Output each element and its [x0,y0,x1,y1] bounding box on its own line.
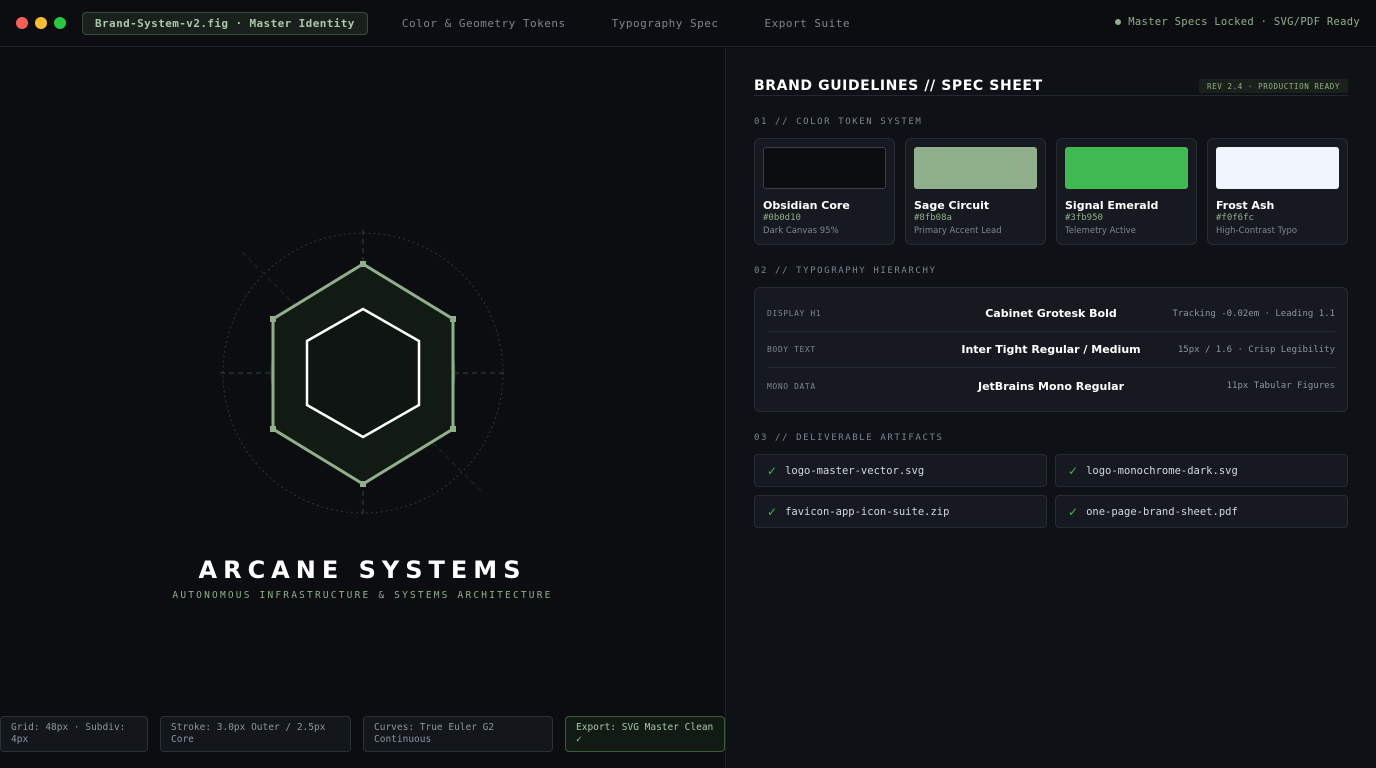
hexagon-logo-icon [220,230,506,516]
minimize-window-button[interactable] [35,17,47,29]
color-swatch-chip [914,147,1037,189]
section-label-artifacts: 03 // DELIVERABLE ARTIFACTS [754,433,944,443]
typography-row: DISPLAY H1 Cabinet Grotesk Bold Tracking… [767,296,1335,332]
typography-table: DISPLAY H1 Cabinet Grotesk Bold Tracking… [754,287,1348,412]
tab-export[interactable]: Export Suite [753,17,862,30]
typography-meta: 11px Tabular Figures [1226,381,1335,391]
color-name: Obsidian Core [763,199,850,212]
status-dot-icon [1115,19,1122,25]
artifact-item[interactable]: ✓ favicon-app-icon-suite.zip [754,495,1047,528]
color-swatch-card[interactable]: Obsidian Core #0b0d10 Dark Canvas 95% [754,138,895,245]
curves-spec-chip: Curves: True Euler G2 Continuous [363,716,553,752]
artifact-filename: logo-monochrome-dark.svg [1086,464,1238,477]
active-file-tab[interactable]: Brand-System-v2.fig · Master Identity [82,11,368,35]
window-titlebar: Brand-System-v2.fig · Master Identity Co… [0,0,1376,47]
typography-row: BODY TEXT Inter Tight Regular / Medium 1… [767,332,1335,368]
status-text: Master Specs Locked · SVG/PDF Ready [1128,16,1360,28]
color-swatch-card[interactable]: Frost Ash #f0f6fc High-Contrast Typo [1207,138,1348,245]
artifact-filename: favicon-app-icon-suite.zip [785,505,950,518]
typography-meta: 15px / 1.6 · Crisp Legibility [1177,344,1335,355]
tab-color-geometry[interactable]: Color & Geometry Tokens [390,17,578,30]
section-label-typography: 02 // TYPOGRAPHY HIERARCHY [754,266,937,276]
color-description: Telemetry Active [1065,226,1136,236]
maximize-window-button[interactable] [54,17,66,29]
color-hex: #0b0d10 [763,213,801,223]
color-name: Frost Ash [1216,199,1275,212]
brand-tagline: AUTONOMOUS INFRASTRUCTURE & SYSTEMS ARCH… [172,590,553,601]
brand-name: ARCANE SYSTEMS [198,556,527,584]
stroke-spec-chip: Stroke: 3.0px Outer / 2.5px Core [160,716,351,752]
color-description: High-Contrast Typo [1216,226,1298,236]
artifact-item[interactable]: ✓ logo-monochrome-dark.svg [1055,454,1348,487]
check-icon: ✓ [1068,504,1079,519]
tab-typography[interactable]: Typography Spec [600,17,731,30]
color-swatch-card[interactable]: Signal Emerald #3fb950 Telemetry Active [1056,138,1197,245]
color-swatch-card[interactable]: Sage Circuit #8fb08a Primary Accent Lead [905,138,1046,245]
status-badge: REV 2.4 · PRODUCTION READY [1199,79,1348,93]
typography-row: MONO DATA JetBrains Mono Regular 11px Ta… [767,368,1335,404]
check-icon: ✓ [767,504,778,519]
artifact-item[interactable]: ✓ one-page-brand-sheet.pdf [1055,495,1348,528]
color-hex: #3fb950 [1065,213,1103,223]
spec-sheet-panel: BRAND GUIDELINES // SPEC SHEET REV 2.4 ·… [726,48,1376,768]
color-swatch-chip [1216,147,1339,189]
grid-spec-chip: Grid: 48px · Subdiv: 4px [0,716,148,752]
color-description: Primary Accent Lead [914,226,1002,236]
color-hex: #f0f6fc [1216,213,1254,223]
window-controls [16,17,66,29]
artifact-filename: one-page-brand-sheet.pdf [1086,505,1238,518]
check-icon: ✓ [767,463,778,478]
status-indicator: Master Specs Locked · SVG/PDF Ready [1115,16,1360,28]
export-spec-chip: Export: SVG Master Clean ✓ [565,716,725,752]
color-swatch-chip [763,147,886,189]
title-divider [754,95,1348,96]
color-description: Dark Canvas 95% [763,226,839,236]
close-window-button[interactable] [16,17,28,29]
page-title: BRAND GUIDELINES // SPEC SHEET [754,78,1043,94]
color-name: Signal Emerald [1065,199,1159,212]
section-label-color: 01 // COLOR TOKEN SYSTEM [754,117,923,127]
artifact-filename: logo-master-vector.svg [785,464,925,477]
artifact-item[interactable]: ✓ logo-master-vector.svg [754,454,1047,487]
color-hex: #8fb08a [914,213,952,223]
color-name: Sage Circuit [914,199,990,212]
check-icon: ✓ [1068,463,1079,478]
color-swatch-chip [1065,147,1188,189]
typography-meta: Tracking -0.02em · Leading 1.1 [1172,308,1335,319]
